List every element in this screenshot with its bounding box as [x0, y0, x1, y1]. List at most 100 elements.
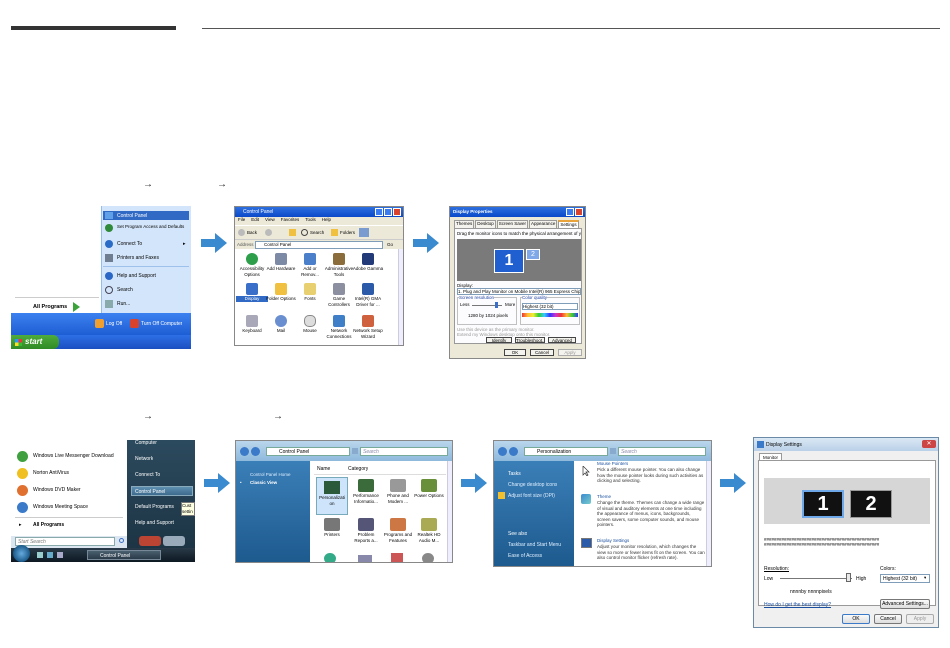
- vista-pers-address[interactable]: Personalization: [524, 447, 608, 456]
- monitor-2[interactable]: 2: [850, 490, 892, 518]
- back-icon[interactable]: [238, 229, 245, 236]
- nav-classic-view[interactable]: Classic View: [250, 480, 277, 486]
- xp-item-run[interactable]: Run...: [117, 301, 187, 307]
- menu-tools[interactable]: Tools: [305, 217, 316, 225]
- cp-icon-game-controllers[interactable]: Game Controllers: [323, 283, 355, 307]
- cancel-button[interactable]: Cancel: [530, 349, 554, 356]
- cp-icon-accessibility[interactable]: Accessibility Options: [236, 253, 268, 277]
- task-font-size[interactable]: Adjust font size (DPI): [508, 493, 555, 499]
- maximize-icon[interactable]: [384, 208, 392, 216]
- scrollbar[interactable]: [706, 461, 711, 566]
- see-ease-access[interactable]: Ease of Access: [508, 553, 542, 559]
- monitor-2[interactable]: 2: [526, 249, 540, 260]
- power-icon[interactable]: [139, 536, 161, 546]
- refresh-icon[interactable]: [610, 448, 616, 454]
- quicklaunch-icon[interactable]: [57, 552, 63, 558]
- close-icon[interactable]: ✕: [922, 440, 936, 448]
- cp-icon-mouse[interactable]: Mouse: [294, 315, 326, 334]
- help-icon[interactable]: [566, 208, 574, 216]
- program-norton[interactable]: Norton AntiVirus: [33, 470, 69, 476]
- cp-icon-phone-modem[interactable]: Phone and Modem ...: [382, 479, 414, 504]
- cp-icon-mail[interactable]: Mail: [265, 315, 297, 334]
- cp-icon-fonts[interactable]: Fonts: [294, 283, 326, 302]
- theme-link[interactable]: Theme: [597, 494, 611, 500]
- up-folder-icon[interactable]: [289, 229, 296, 236]
- monitor-1[interactable]: 1: [802, 490, 844, 518]
- display-select[interactable]: 1. Plug and Play Monitor on Mobile Intel…: [457, 288, 581, 295]
- apply-button[interactable]: Apply: [906, 614, 934, 624]
- quality-select[interactable]: Highest (32 bit): [522, 303, 578, 310]
- vista-item-computer[interactable]: Computer: [135, 440, 157, 446]
- back-icon[interactable]: [498, 447, 507, 456]
- close-icon[interactable]: [575, 208, 583, 216]
- ok-button[interactable]: OK: [842, 614, 870, 624]
- vista-all-programs[interactable]: All Programs: [33, 522, 64, 528]
- vista-item-connect[interactable]: Connect To: [135, 472, 160, 478]
- cp-icon-personalization[interactable]: Personalizati on: [316, 477, 348, 515]
- advanced-button[interactable]: Advanced: [548, 337, 576, 343]
- cp-icon-problem-reports[interactable]: Problem Reports a...: [350, 518, 382, 543]
- refresh-icon[interactable]: [352, 448, 358, 454]
- folders-button[interactable]: Folders: [340, 230, 355, 236]
- menu-view[interactable]: View: [265, 217, 275, 225]
- cp-icon-sound[interactable]: [422, 553, 434, 562]
- search-icon[interactable]: [301, 229, 308, 236]
- vista-cp-search[interactable]: Search: [360, 447, 448, 456]
- menu-file[interactable]: File: [238, 217, 245, 225]
- resolution-slider-thumb[interactable]: [846, 573, 851, 582]
- back-icon[interactable]: [240, 447, 249, 456]
- menu-favorites[interactable]: Favorites: [281, 217, 300, 225]
- views-icon[interactable]: [359, 228, 369, 237]
- scrollbar[interactable]: [398, 249, 403, 345]
- lock-icon[interactable]: [163, 536, 185, 546]
- advanced-settings-button[interactable]: Advanced Settings...: [880, 599, 930, 609]
- vista-item-control-panel[interactable]: Control Panel: [131, 486, 193, 496]
- minimize-icon[interactable]: [375, 208, 383, 216]
- nav-cp-home[interactable]: Control Panel Home: [250, 472, 291, 478]
- cp-icon-add-remove[interactable]: Add or Remov...: [294, 253, 326, 277]
- vista-cp-address[interactable]: Control Panel: [266, 447, 350, 456]
- cp-icon-globe[interactable]: [324, 553, 336, 562]
- cp-icon-folder-options[interactable]: Folder Options: [265, 283, 297, 302]
- menu-edit[interactable]: Edit: [251, 217, 259, 225]
- vista-pers-search[interactable]: Search: [618, 447, 706, 456]
- program-meeting-space[interactable]: Windows Meeting Space: [33, 504, 88, 510]
- vista-item-help[interactable]: Help and Support: [135, 520, 174, 526]
- scrollbar[interactable]: [447, 461, 452, 562]
- go-button[interactable]: Go: [387, 242, 393, 248]
- menu-help[interactable]: Help: [322, 217, 331, 225]
- xp-item-connect[interactable]: Connect To: [117, 241, 177, 247]
- forward-icon[interactable]: [509, 447, 518, 456]
- cp-icon-performance[interactable]: Performance Informatio...: [350, 479, 382, 504]
- cp-icon-add-hardware[interactable]: Add Hardware: [265, 253, 297, 272]
- ok-button[interactable]: OK: [504, 349, 526, 356]
- cp-icon-realtek[interactable]: Realtek HD Audio M...: [413, 518, 445, 543]
- forward-icon[interactable]: [265, 229, 272, 236]
- xp-turn-off[interactable]: Turn Off Computer: [141, 321, 182, 327]
- xp-item-help[interactable]: Help and Support: [117, 273, 187, 279]
- col-name[interactable]: Name: [317, 466, 330, 472]
- xp-item-control-panel[interactable]: Control Panel: [103, 211, 189, 220]
- program-dvd-maker[interactable]: Windows DVD Maker: [33, 487, 81, 493]
- xp-item-printers[interactable]: Printers and Faxes: [117, 255, 187, 261]
- cp-icon-network-setup[interactable]: Network Setup Wizard: [352, 315, 384, 339]
- vista-item-default-programs[interactable]: Default Programs: [135, 504, 174, 510]
- cp-icon-security[interactable]: [391, 553, 403, 562]
- troubleshoot-button[interactable]: Troubleshoot...: [515, 337, 545, 343]
- search-button[interactable]: Search: [310, 230, 324, 236]
- xp-item-defaults[interactable]: Set Program Access and Defaults: [117, 224, 187, 230]
- cp-icon-adobe-gamma[interactable]: Adobe Gamma: [352, 253, 384, 272]
- taskbar-control-panel[interactable]: Control Panel: [87, 550, 161, 560]
- forward-icon[interactable]: [251, 447, 260, 456]
- quicklaunch-icon[interactable]: [37, 552, 43, 558]
- cp-icon-admin-tools[interactable]: Administrative Tools: [323, 253, 355, 277]
- apply-button[interactable]: Apply: [558, 349, 582, 356]
- vista-search-input[interactable]: Start Search: [15, 537, 115, 546]
- vista-orb-icon[interactable]: [13, 545, 30, 562]
- colors-select[interactable]: Highest (32 bit): [880, 574, 930, 583]
- folders-icon[interactable]: [331, 229, 338, 236]
- program-messenger[interactable]: Windows Live Messenger Download: [33, 453, 114, 459]
- see-taskbar[interactable]: Taskbar and Start Menu: [508, 542, 561, 548]
- cp-icon-keyboard[interactable]: Keyboard: [236, 315, 268, 334]
- cp-icon-display[interactable]: Display: [236, 283, 268, 302]
